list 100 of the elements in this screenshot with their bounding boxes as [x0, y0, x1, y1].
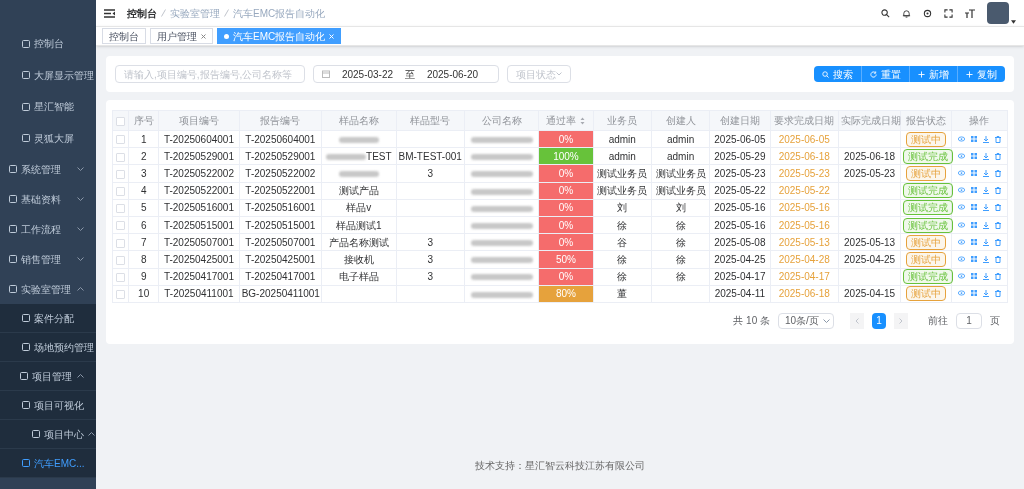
breadcrumb-link[interactable]: 控制台 — [127, 5, 157, 21]
grid-icon[interactable] — [970, 152, 977, 159]
download-icon[interactable] — [982, 255, 989, 263]
view-icon[interactable] — [957, 255, 965, 262]
sidebar-item[interactable]: 系统管理 — [0, 154, 96, 184]
square-icon — [22, 401, 30, 409]
sidebar-item[interactable]: 基础资料 — [0, 184, 96, 214]
checkbox[interactable] — [116, 221, 126, 231]
status-tag: 测试完成 — [903, 183, 954, 199]
page-input[interactable]: 1 — [956, 312, 982, 329]
sidebar-item[interactable]: 销售管理 — [0, 244, 96, 274]
checkbox[interactable] — [116, 116, 126, 126]
download-icon[interactable] — [982, 135, 989, 143]
sidebar-item[interactable]: 汽车EMC... — [0, 449, 96, 478]
download-icon[interactable] — [982, 187, 989, 195]
checkbox[interactable] — [116, 187, 126, 196]
grid-icon[interactable] — [970, 169, 977, 176]
view-icon[interactable] — [957, 169, 965, 176]
view-icon[interactable] — [957, 152, 965, 159]
fullscreen-icon[interactable] — [944, 8, 953, 18]
checkbox[interactable] — [116, 290, 126, 300]
checkbox[interactable] — [116, 204, 126, 214]
table-cell: 1 — [140, 133, 147, 145]
close-icon[interactable] — [201, 33, 206, 39]
view-icon[interactable] — [957, 273, 965, 280]
grid-icon[interactable] — [970, 290, 977, 297]
download-icon[interactable] — [982, 273, 989, 281]
grid-icon[interactable] — [970, 221, 977, 228]
grid-icon[interactable] — [970, 135, 977, 142]
table-cell: 2025-04-11 — [714, 288, 766, 300]
download-icon[interactable] — [982, 204, 989, 212]
view-icon[interactable] — [957, 135, 965, 142]
sidebar-item[interactable]: 大屏显示管理 — [0, 59, 96, 91]
tab[interactable]: 用户管理 — [150, 28, 213, 44]
menu-icon[interactable] — [104, 8, 115, 18]
grid-icon[interactable] — [970, 255, 977, 262]
table-cell: T-20250516001 — [163, 202, 234, 214]
trash-icon[interactable] — [994, 187, 1001, 195]
view-icon[interactable] — [957, 238, 965, 245]
sidebar-item[interactable]: 项目中心 — [0, 420, 96, 449]
view-icon[interactable] — [957, 221, 965, 228]
date-range-field[interactable]: 2025-03-22 至 2025-06-20 — [313, 65, 499, 83]
checkbox[interactable] — [116, 169, 126, 179]
settings-icon[interactable] — [923, 8, 932, 18]
grid-icon[interactable] — [970, 238, 977, 245]
search-icon[interactable] — [881, 8, 890, 18]
table-cell: T-20250522001 — [245, 185, 316, 197]
sort-icon[interactable] — [580, 117, 586, 126]
trash-icon[interactable] — [994, 204, 1001, 212]
sidebar-item[interactable]: 项目管理 — [0, 362, 96, 391]
sidebar-item[interactable]: 星汇智能 — [0, 91, 96, 123]
trash-icon[interactable] — [994, 273, 1001, 281]
view-icon[interactable] — [957, 187, 965, 194]
sidebar-item[interactable]: 控制台 — [0, 28, 96, 60]
trash-icon[interactable] — [994, 169, 1001, 177]
view-icon[interactable] — [957, 204, 965, 211]
sidebar-item[interactable]: 灵狐大屏 — [0, 122, 96, 154]
checkbox[interactable] — [116, 152, 126, 162]
chevron-right-icon — [899, 317, 903, 324]
trash-icon[interactable] — [994, 255, 1001, 263]
avatar-image[interactable] — [987, 2, 1009, 24]
sidebar-item[interactable]: 项目可视化 — [0, 391, 96, 420]
checkbox[interactable] — [116, 272, 126, 282]
grid-icon[interactable] — [970, 204, 977, 211]
sidebar-item[interactable]: 工作流程 — [0, 214, 96, 244]
download-icon[interactable] — [982, 238, 989, 246]
table-cell: 产品名称测试 — [328, 236, 389, 248]
sidebar-item[interactable]: 案件分配 — [0, 304, 96, 333]
trash-icon[interactable] — [994, 238, 1001, 246]
sidebar-item[interactable]: 场地预约管理 — [0, 333, 96, 362]
trash-icon[interactable] — [994, 290, 1001, 298]
table-cell: 3 — [427, 271, 433, 283]
table-cell: 徐 — [617, 253, 628, 265]
column-header: 创建人 — [665, 115, 696, 126]
download-icon[interactable] — [982, 152, 989, 160]
download-icon[interactable] — [982, 169, 989, 177]
download-icon[interactable] — [982, 221, 989, 229]
grid-icon[interactable] — [970, 273, 977, 280]
sidebar-item[interactable]: 实验室管理 — [0, 274, 96, 304]
tab[interactable]: 控制台 — [102, 28, 146, 44]
download-icon[interactable] — [982, 290, 989, 298]
chevron-up-icon — [77, 287, 84, 291]
font-size-icon[interactable] — [965, 8, 975, 18]
view-icon[interactable] — [957, 290, 965, 297]
table-cell: T-20250425001 — [163, 253, 234, 265]
checkbox[interactable] — [116, 255, 126, 265]
square-icon — [22, 134, 30, 143]
caret-icon[interactable] — [1011, 20, 1016, 24]
slash-icon — [161, 9, 166, 17]
trash-icon[interactable] — [994, 135, 1001, 143]
trash-icon[interactable] — [994, 221, 1001, 229]
table-cell: admin — [608, 133, 636, 145]
checkbox[interactable] — [116, 238, 126, 248]
bell-icon[interactable] — [902, 8, 911, 18]
grid-icon[interactable] — [970, 187, 977, 194]
trash-icon[interactable] — [994, 152, 1001, 160]
page-size-select[interactable]: 10条/页 — [778, 312, 834, 329]
column-header: 通过率 — [546, 115, 577, 126]
column-header: 操作 — [969, 115, 990, 126]
checkbox[interactable] — [116, 135, 126, 145]
